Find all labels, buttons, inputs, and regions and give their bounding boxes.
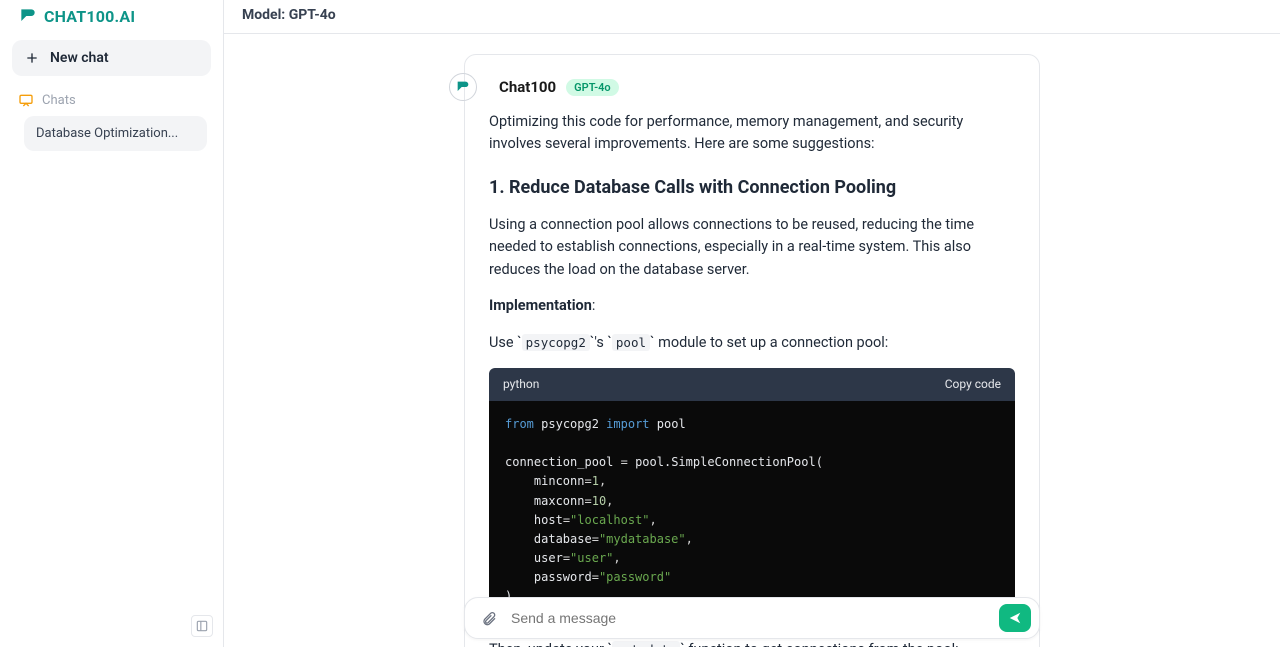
code-body[interactable]: from psycopg2 import pool connection_poo…: [489, 401, 1015, 621]
chat-item[interactable]: Database Optimization...: [24, 116, 207, 151]
section-heading: 1. Reduce Database Calls with Connection…: [489, 174, 1015, 202]
brand-text: CHAT100.AI: [44, 7, 135, 26]
chat-scroll[interactable]: Chat100 GPT-4o Optimizing this code for …: [224, 34, 1280, 647]
plus-icon: [24, 50, 40, 66]
model-label: Model: GPT-4o: [242, 7, 336, 23]
assistant-avatar: [449, 73, 477, 101]
message-body: Optimizing this code for performance, me…: [489, 111, 1015, 647]
message-input[interactable]: [503, 604, 999, 632]
new-chat-button[interactable]: New chat: [12, 40, 211, 76]
chats-section-label: Chats: [0, 88, 223, 116]
assistant-name: Chat100: [499, 78, 556, 96]
attach-button[interactable]: [475, 604, 503, 632]
assistant-message: Chat100 GPT-4o Optimizing this code for …: [464, 54, 1040, 647]
brand[interactable]: CHAT100.AI: [0, 0, 223, 36]
code-lang: python: [503, 375, 539, 394]
main: Model: GPT-4o Chat100 GPT-4o Optimizing …: [224, 0, 1280, 647]
new-chat-label: New chat: [50, 50, 109, 66]
send-button[interactable]: [999, 604, 1031, 632]
model-badge: GPT-4o: [566, 79, 619, 96]
sidebar-collapse-button[interactable]: [191, 615, 213, 637]
topbar: Model: GPT-4o: [224, 0, 1280, 34]
sidebar: CHAT100.AI New chat Chats Database Optim…: [0, 0, 224, 647]
code-block-1: python Copy code from psycopg2 import po…: [489, 368, 1015, 620]
brand-icon: [18, 6, 38, 26]
copy-code-button[interactable]: Copy code: [945, 375, 1001, 394]
composer: [464, 597, 1040, 639]
chat-list: Database Optimization...: [0, 116, 223, 157]
chats-icon: [18, 92, 34, 108]
